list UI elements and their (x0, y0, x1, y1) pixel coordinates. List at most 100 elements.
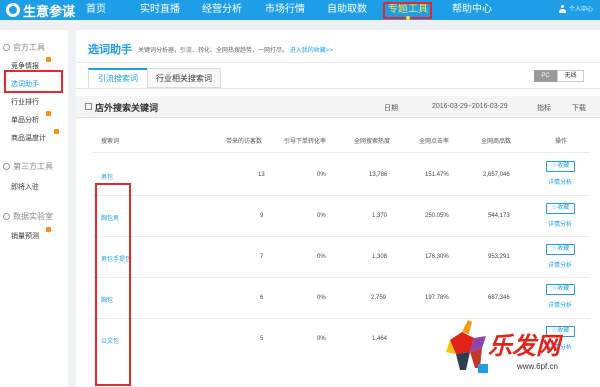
metric-selector[interactable]: 指标 (537, 103, 551, 113)
cell-products: 687,346 (488, 295, 510, 301)
date-label[interactable]: 日期 (384, 103, 398, 113)
sidebar-section-label: 官方工具 (13, 43, 45, 52)
favorite-label: 收藏 (557, 286, 570, 292)
sidebar-item-coming-soon[interactable]: 即将入驻 (11, 182, 39, 192)
col-header-visitors: 带来的访客数 (226, 139, 263, 145)
detail-link[interactable]: 详情分析 (548, 219, 572, 228)
keyword-link[interactable]: 男包 (101, 172, 113, 181)
cell-visitors: 13 (258, 172, 265, 178)
app-title: 生意参谋 (23, 3, 76, 19)
description-text: 关键词分析器，引流、转化、全网热搜趋势，一网打尽。 (138, 48, 289, 54)
sidebar-item-industry-rank[interactable]: 行业排行 (11, 97, 39, 107)
row-divider (92, 277, 590, 278)
download-button[interactable]: 下载 (572, 103, 586, 113)
sidebar-section-official: 官方工具 (3, 42, 45, 53)
top-nav-bar: 生意参谋 首页 实时直播 经营分析 市场行情 自助取数 专题工具 帮助中心 个人… (0, 0, 600, 20)
cell-heat: 1,308 (372, 254, 388, 260)
cell-ctr: 250.05% (425, 213, 449, 219)
tab-divider (76, 88, 600, 89)
col-header-heat: 全网搜索热度 (354, 139, 391, 145)
favorite-label: 收藏 (557, 163, 570, 169)
date-range[interactable]: 2016-03-29~2016-03-29 (432, 103, 508, 110)
favorite-button[interactable]: ☆收藏 (546, 203, 575, 214)
third-party-icon (3, 163, 10, 170)
new-badge (46, 57, 51, 62)
cell-visitors: 6 (260, 295, 264, 301)
nav-active-indicator (406, 16, 410, 20)
cell-ctr: 151.47% (425, 172, 449, 178)
sidebar-item-thermometer[interactable]: 商品温度计 (11, 133, 46, 143)
col-header-conversion: 引导下单转化率 (284, 139, 327, 145)
keyword-highlight-box (95, 183, 131, 386)
favorite-label: 收藏 (557, 246, 570, 252)
new-badge (46, 111, 51, 116)
sidebar-section-third-party: 第三方工具 (3, 161, 53, 172)
tab-industry-keywords[interactable]: 行业相关搜索词 (147, 68, 221, 88)
cell-visitors: 7 (260, 254, 264, 260)
detail-link[interactable]: 详情分析 (548, 177, 572, 186)
cell-products: 2,657,046 (483, 172, 510, 178)
cell-products: 953,291 (488, 254, 510, 260)
nav-business-analysis[interactable]: 经营分析 (202, 0, 242, 20)
data-lab-icon (3, 213, 10, 220)
app-logo[interactable]: 生意参谋 (6, 1, 75, 19)
col-header-keyword: 搜索词 (101, 139, 120, 145)
row-divider (92, 236, 590, 237)
cell-heat: 1,464 (372, 336, 388, 342)
header-divider (92, 152, 590, 153)
watermark-brand: 乐发网 (488, 331, 560, 360)
favorite-button[interactable]: ☆收藏 (546, 284, 575, 295)
toggle-wireless[interactable]: 无线 (557, 70, 584, 82)
toggle-pc[interactable]: PC (534, 70, 557, 82)
page-description: 关键词分析器，引流、转化、全网热搜趋势，一网打尽。 进入我的收藏>> (138, 45, 333, 54)
nav-self-query[interactable]: 自助取数 (327, 0, 367, 20)
favorite-button[interactable]: ☆收藏 (546, 244, 575, 255)
cell-conversion: 0% (317, 336, 326, 342)
col-header-ctr: 全网点击率 (419, 139, 450, 145)
cell-visitors: 5 (260, 336, 264, 342)
scroll-to-top-button[interactable] (478, 364, 488, 373)
cell-conversion: 0% (317, 213, 326, 219)
detail-link[interactable]: 详情分析 (548, 300, 572, 309)
cell-heat: 2,759 (371, 295, 387, 301)
favorite-label: 收藏 (557, 205, 570, 211)
sidebar-section-lab: 数据实验室 (3, 211, 53, 222)
title-divider (76, 62, 600, 63)
new-badge (54, 129, 59, 134)
cell-heat: 13,786 (369, 172, 388, 178)
official-tools-icon (3, 44, 10, 51)
cell-ctr: 176.30% (425, 254, 449, 260)
logo-icon (6, 3, 20, 17)
page-title: 选词助手 (88, 44, 132, 56)
sidebar-item-sales-forecast[interactable]: 销量预测 (11, 231, 39, 241)
user-center[interactable]: 个人中心 (559, 4, 593, 13)
sidebar-highlight-box (4, 70, 63, 93)
user-icon (559, 4, 566, 13)
cell-ctr: 197.78% (425, 295, 449, 301)
row-divider (92, 318, 590, 319)
section-title: 店外搜索关键词 (95, 103, 159, 113)
sidebar-section-label: 数据实验室 (13, 212, 53, 221)
tab-traffic-keywords[interactable]: 引流搜索词 (88, 68, 148, 88)
cell-heat: 1,370 (372, 213, 388, 219)
row-divider (92, 195, 590, 196)
cell-conversion: 0% (317, 254, 326, 260)
watermark-url: www.6pf.cn (517, 362, 558, 371)
nav-home[interactable]: 首页 (86, 0, 106, 20)
sidebar-item-product-analysis[interactable]: 单品分析 (11, 115, 39, 125)
new-badge (46, 227, 51, 232)
section-icon (85, 103, 92, 110)
detail-link[interactable]: 详情分析 (548, 260, 572, 269)
cell-visitors: 9 (260, 213, 264, 219)
favorite-button[interactable]: ☆收藏 (546, 161, 575, 172)
sidebar-section-label: 第三方工具 (13, 162, 53, 171)
favorites-link[interactable]: 进入我的收藏>> (290, 48, 333, 54)
section-header: 店外搜索关键词 日期 2016-03-29~2016-03-29 指标 下载 (76, 96, 600, 118)
col-header-products: 全网商品数 (481, 139, 512, 145)
nav-live[interactable]: 实时直播 (140, 0, 180, 20)
cell-products: 544,173 (488, 213, 510, 219)
nav-market[interactable]: 市场行情 (265, 0, 305, 20)
col-header-action: 操作 (555, 139, 568, 145)
cell-conversion: 0% (317, 295, 326, 301)
nav-help[interactable]: 帮助中心 (452, 0, 492, 20)
